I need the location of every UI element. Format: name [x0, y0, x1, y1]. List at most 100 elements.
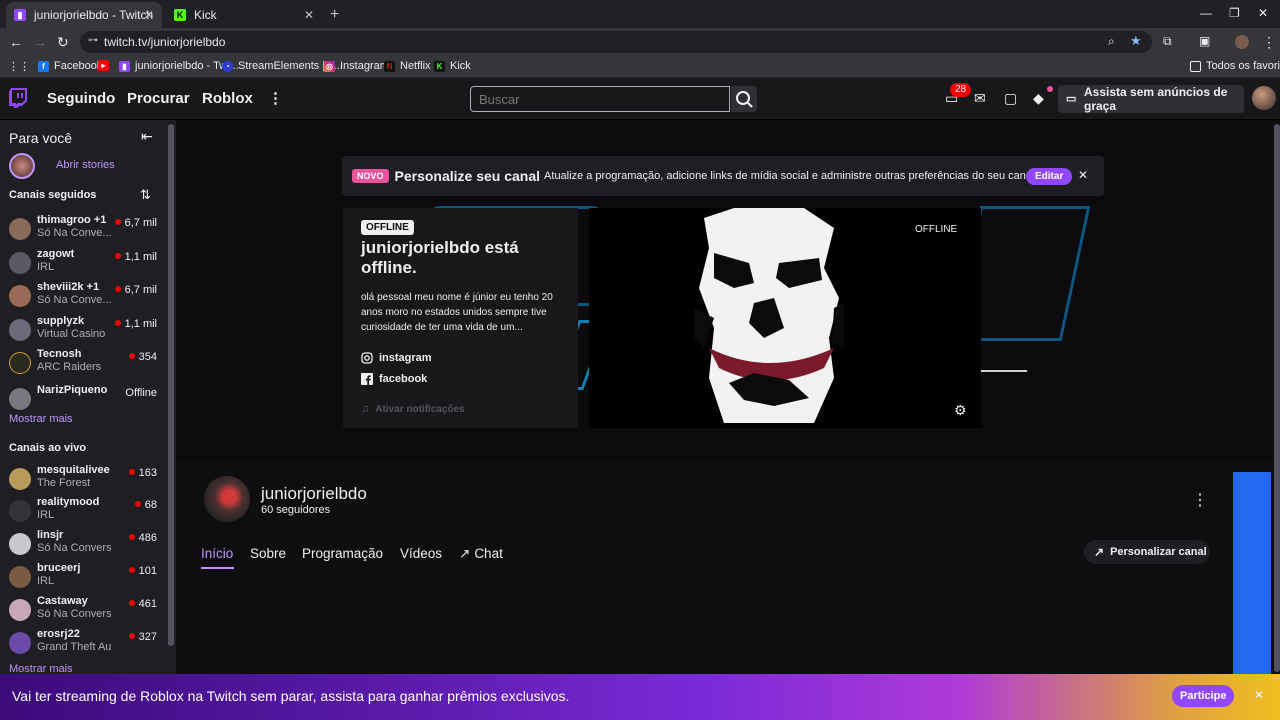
- edit-button[interactable]: Editar: [1026, 168, 1073, 185]
- sidebar-item-supplyzk[interactable]: supplyzk Virtual Casino 1,1 mil: [0, 315, 166, 347]
- instagram-link[interactable]: instagram: [361, 352, 432, 364]
- nav-roblox[interactable]: Roblox: [202, 90, 253, 107]
- sidebar-item-erosrj22[interactable]: erosrj22 Grand Theft Au... 327: [0, 628, 166, 660]
- bookmarks-bar: ⋮⋮ f Facebook ▸ ▮ juniorjorielbdo - Twi...…: [0, 56, 1280, 78]
- facebook-icon: [361, 373, 373, 385]
- search-icon: [736, 91, 753, 108]
- bookmark-netflix[interactable]: N Netflix: [384, 60, 431, 72]
- sidebar-item-mesquitalivee[interactable]: mesquitalivee The Forest 163: [0, 464, 166, 496]
- tab-about[interactable]: Sobre: [250, 546, 286, 561]
- all-bookmarks[interactable]: Todos os favoritos: [1190, 60, 1280, 72]
- bookmark-kick[interactable]: K Kick: [434, 60, 471, 72]
- zoom-icon[interactable]: ⌕: [1108, 34, 1115, 49]
- collapse-sidebar-icon[interactable]: ⇤: [141, 128, 153, 145]
- facebook-link[interactable]: facebook: [361, 373, 427, 385]
- live-dot: [128, 567, 135, 573]
- browser-tab-bar: ▮ juniorjorielbdo - Twitch ✕ K Kick ✕ + …: [0, 0, 1280, 28]
- apps-icon[interactable]: ⋮⋮: [8, 60, 30, 73]
- live-dot: [128, 353, 135, 359]
- video-player[interactable]: OFFLINE ⚙: [589, 208, 981, 428]
- stories-avatar[interactable]: [9, 153, 35, 179]
- tab-chat[interactable]: ↗ Chat: [459, 546, 503, 562]
- promo-text: Vai ter streaming de Roblox na Twitch se…: [12, 688, 570, 704]
- show-more-followed-link[interactable]: Mostrar mais: [9, 413, 73, 425]
- personalize-notice: NOVO Personalize seu canal Atualize a pr…: [342, 156, 1104, 196]
- bookmark-facebook[interactable]: f Facebook: [38, 60, 102, 72]
- search-button[interactable]: [731, 86, 757, 112]
- bookmark-twitch[interactable]: ▮ juniorjorielbdo - Twi...: [119, 60, 239, 72]
- live-dot: [114, 219, 121, 225]
- netflix-icon: N: [384, 60, 395, 72]
- browser-tab-kick[interactable]: K Kick ✕: [166, 2, 322, 28]
- sidebar-title: Para você: [9, 130, 73, 146]
- arrow-up-right-icon: ↗: [1094, 545, 1105, 559]
- sidebar-item-bruceerj[interactable]: bruceerj IRL 101: [0, 562, 166, 594]
- nav-browse[interactable]: Procurar: [127, 90, 190, 107]
- live-dot: [128, 469, 135, 475]
- browser-tab-twitch[interactable]: ▮ juniorjorielbdo - Twitch ✕: [6, 2, 162, 28]
- live-dot: [114, 253, 121, 259]
- tab-schedule[interactable]: Programação: [302, 546, 383, 561]
- forward-icon[interactable]: →: [33, 34, 47, 50]
- enable-notifications-button[interactable]: ♫ Ativar notificações: [361, 403, 465, 415]
- sidebar-item-tecnosh[interactable]: Tecnosh ARC Raiders 354: [0, 348, 166, 380]
- sidebar-item-narizpiqueno[interactable]: NarizPiqueno Offline: [0, 384, 166, 416]
- sidebar-item-linsjr[interactable]: linsjr Só Na Conversa 486: [0, 529, 166, 561]
- profile-avatar[interactable]: [1235, 35, 1249, 49]
- reload-icon[interactable]: ↻: [57, 34, 69, 51]
- close-notice-icon[interactable]: ✕: [1078, 168, 1088, 182]
- url-text: twitch.tv/juniorjorielbdo: [104, 35, 226, 49]
- twitch-logo-icon[interactable]: [9, 88, 27, 108]
- participate-button[interactable]: Participe: [1172, 685, 1235, 707]
- tab-home[interactable]: Início: [201, 546, 233, 561]
- show-more-live-link[interactable]: Mostrar mais: [9, 663, 73, 674]
- extensions-icon[interactable]: ⧉: [1163, 34, 1172, 49]
- live-dot: [128, 633, 135, 639]
- channel-avatar[interactable]: [204, 476, 250, 522]
- sidebar-item-thimagroo[interactable]: thimagroo +1 Só Na Conve... 6,7 mil: [0, 214, 166, 246]
- twitch-icon: ▮: [119, 60, 130, 72]
- bookmark-star-icon[interactable]: ★: [1130, 33, 1142, 49]
- open-stories-link[interactable]: Abrir stories: [56, 159, 115, 171]
- window-close-icon[interactable]: ✕: [1258, 6, 1268, 20]
- user-avatar[interactable]: [1252, 86, 1276, 110]
- crown-icon[interactable]: ◆: [1033, 90, 1044, 107]
- close-promo-icon[interactable]: ✕: [1254, 688, 1264, 702]
- close-tab-icon[interactable]: ✕: [304, 8, 314, 22]
- sidebar-scrollbar[interactable]: [168, 124, 174, 646]
- crown-dot: [1047, 86, 1053, 92]
- channel-options-icon[interactable]: ⋮: [1192, 490, 1208, 510]
- site-info-icon[interactable]: ⊶: [88, 35, 98, 46]
- ad-free-button[interactable]: ▭ Assista sem anúncios de graça: [1058, 85, 1244, 113]
- customize-channel-button[interactable]: ↗ Personalizar canal: [1084, 540, 1210, 564]
- player-settings-icon[interactable]: ⚙: [954, 402, 967, 419]
- side-panel-icon[interactable]: ▣: [1199, 34, 1210, 48]
- sidebar-item-realitymood[interactable]: realitymood IRL 68: [0, 496, 166, 528]
- more-menu-icon[interactable]: ⋮: [268, 89, 283, 107]
- bookmark-youtube[interactable]: ▸: [98, 60, 114, 71]
- maximize-icon[interactable]: ❐: [1229, 6, 1240, 20]
- minimize-icon[interactable]: —: [1200, 6, 1212, 20]
- side-panel-strip: [1233, 472, 1271, 674]
- streamelements-icon: ◔: [222, 60, 233, 72]
- back-icon[interactable]: ←: [9, 34, 23, 50]
- close-tab-icon[interactable]: ✕: [144, 8, 154, 22]
- avatar: [9, 285, 31, 307]
- bookmark-instagram[interactable]: ◎ Instagram: [324, 60, 389, 72]
- sidebar-item-sheviii2k[interactable]: sheviii2k +1 Só Na Conve... 6,7 mil: [0, 281, 166, 313]
- tab-videos[interactable]: Vídeos: [400, 546, 442, 561]
- whispers-icon[interactable]: ▢: [1004, 90, 1017, 107]
- browser-menu-icon[interactable]: ⋮: [1262, 34, 1276, 51]
- sidebar-item-zagowt[interactable]: zagowt IRL 1,1 mil: [0, 248, 166, 280]
- omnibox[interactable]: ⊶ twitch.tv/juniorjorielbdo ⌕ ★: [80, 31, 1152, 53]
- sidebar-item-castaway[interactable]: Castaway Só Na Conversa 461: [0, 595, 166, 627]
- new-tab-icon[interactable]: +: [330, 6, 339, 24]
- nav-following[interactable]: Seguindo: [47, 90, 115, 107]
- notification-badge: 28: [950, 83, 972, 97]
- inbox-icon[interactable]: ✉: [974, 90, 986, 107]
- sort-icon[interactable]: ⇅: [140, 187, 151, 203]
- tab-title: juniorjorielbdo - Twitch: [34, 8, 154, 22]
- main-scrollbar[interactable]: [1274, 124, 1280, 672]
- player-offline-label: OFFLINE: [915, 224, 958, 235]
- search-input[interactable]: [470, 86, 730, 112]
